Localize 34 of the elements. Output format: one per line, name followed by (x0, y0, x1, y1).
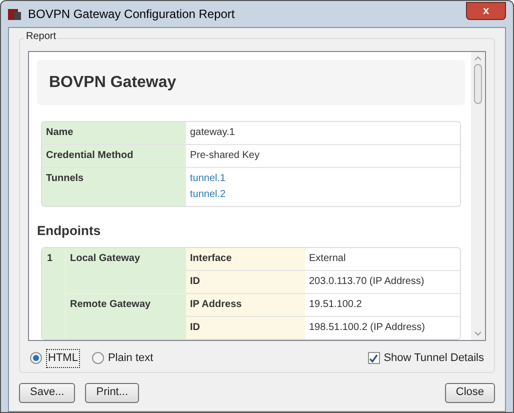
row-label: Credential Method (42, 145, 186, 167)
tunnel-link[interactable]: tunnel.2 (190, 189, 226, 201)
checkbox-label: Show Tunnel Details (384, 351, 484, 366)
field-label: ID (186, 270, 305, 292)
scroll-thumb[interactable] (474, 64, 482, 104)
row-label: Name (42, 122, 186, 144)
scroll-down-icon[interactable] (474, 331, 482, 336)
scroll-up-icon[interactable] (474, 56, 482, 61)
gateway-name: Local Gateway (65, 248, 186, 292)
dialog-button[interactable]: Print... (85, 382, 140, 402)
window-close-button[interactable]: x (466, 2, 506, 20)
field-label: ID (186, 316, 305, 338)
window-title: BOVPN Gateway Configuration Report (28, 6, 235, 23)
dialog-button[interactable]: Save... (19, 382, 76, 402)
radio-button[interactable] (30, 352, 42, 364)
section-heading: Endpoints (37, 222, 102, 240)
field-value: 198.51.100.2 (IP Address) (305, 316, 460, 338)
tunnel-link[interactable]: tunnel.1 (190, 173, 226, 185)
scrollbar[interactable] (471, 52, 485, 340)
dialog-button[interactable]: Close (444, 382, 495, 402)
app-icon (8, 7, 22, 21)
row-label: Tunnels (42, 168, 186, 206)
field-label: IP Address (186, 292, 305, 316)
endpoint-number: 1 (42, 248, 65, 338)
row-value: Pre-shared Key (190, 150, 260, 162)
radio-label: HTML (46, 349, 80, 368)
checkbox[interactable] (368, 352, 380, 364)
field-label: Interface (186, 248, 305, 270)
row-value: gateway.1 (190, 127, 235, 139)
report-heading: BOVPN Gateway (49, 72, 176, 92)
radio-button[interactable] (92, 352, 104, 364)
radio-label: Plain text (108, 351, 154, 366)
group-label: Report (24, 32, 58, 42)
gateway-name: Remote Gateway (65, 292, 186, 338)
